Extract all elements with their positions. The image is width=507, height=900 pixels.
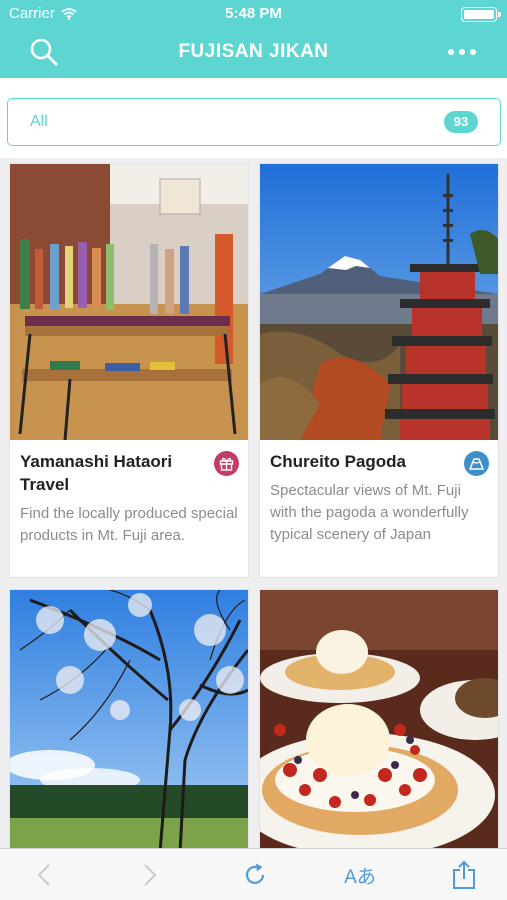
- card-body: Yamanashi Hataori Travel Find the locall…: [10, 440, 248, 547]
- spot-card[interactable]: [9, 589, 249, 851]
- card-title: Yamanashi Hataori Travel: [20, 452, 173, 494]
- card-description: Spectacular views of Mt. Fuji with the p…: [270, 482, 469, 543]
- filter-count-badge: 93: [444, 111, 478, 133]
- status-time: 5:48 PM: [225, 5, 282, 22]
- gift-icon: [214, 451, 239, 476]
- chevron-left-icon: [37, 864, 50, 886]
- filter-label: All: [30, 113, 48, 130]
- spot-photo: [260, 590, 498, 850]
- card-body: Chureito Pagoda Spectacular views of Mt.…: [260, 440, 498, 546]
- page-title: FUJISAN JIKAN: [178, 41, 329, 62]
- mount-fuji-icon: [464, 451, 489, 476]
- app-header: Carrier 5:48 PM FUJISAN JIKAN: [0, 0, 507, 78]
- reload-icon: [245, 863, 265, 884]
- reload-button[interactable]: [240, 861, 270, 889]
- card-description: Find the locally produced special produc…: [20, 505, 238, 544]
- chevron-right-icon: [144, 864, 157, 886]
- share-button[interactable]: [450, 860, 478, 889]
- spot-card[interactable]: Chureito Pagoda Spectacular views of Mt.…: [259, 163, 499, 578]
- spot-card[interactable]: Yamanashi Hataori Travel Find the locall…: [9, 163, 249, 578]
- font-size-button[interactable]: Aあ: [340, 861, 380, 889]
- spot-photo: [260, 164, 498, 440]
- battery-icon: [461, 7, 501, 22]
- spot-photo: [10, 164, 248, 440]
- category-filter[interactable]: All 93: [7, 98, 501, 146]
- bottom-toolbar: Aあ: [0, 848, 507, 900]
- spot-card[interactable]: [259, 589, 499, 851]
- spot-photo: [10, 590, 248, 850]
- filter-area: All 93: [0, 78, 507, 158]
- back-button[interactable]: [30, 861, 58, 889]
- more-options-icon[interactable]: [447, 42, 477, 62]
- forward-button[interactable]: [136, 861, 164, 889]
- share-icon: [453, 860, 475, 889]
- card-title: Chureito Pagoda: [270, 452, 407, 471]
- status-bar: Carrier 5:48 PM: [0, 0, 507, 28]
